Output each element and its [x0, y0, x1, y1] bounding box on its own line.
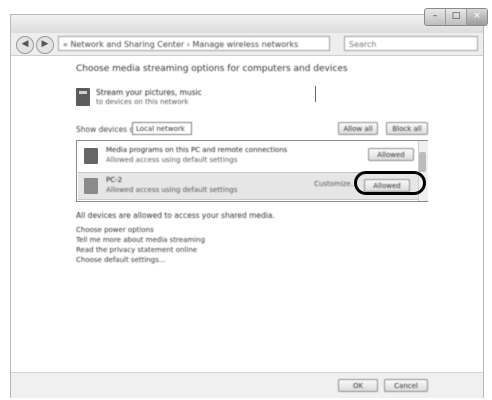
power-options-link[interactable]: Choose power options — [76, 226, 154, 234]
divider — [315, 86, 316, 102]
cancel-button[interactable]: Cancel — [384, 379, 428, 392]
library-title: Stream your pictures, music — [96, 88, 202, 97]
back-button[interactable]: ◀ — [16, 36, 34, 54]
device-detail: Allowed access using default settings — [106, 156, 238, 164]
computer-icon — [84, 178, 98, 194]
window-controls: – □ × — [424, 8, 488, 26]
device-status[interactable]: Customize... — [314, 180, 354, 188]
search-input[interactable]: Search — [344, 36, 478, 51]
maximize-button[interactable]: □ — [446, 9, 467, 25]
default-settings-link[interactable]: Choose default settings... — [76, 256, 166, 264]
privacy-statement-link[interactable]: Read the privacy statement online — [76, 246, 197, 254]
scrollbar-thumb[interactable] — [419, 152, 426, 172]
forward-button[interactable]: ▶ — [36, 36, 54, 54]
device-detail: Allowed access using default settings — [106, 186, 238, 194]
library-subtitle: to devices on this network — [96, 98, 189, 106]
access-dropdown[interactable]: Allowed — [368, 148, 414, 161]
tell-me-more-link[interactable]: Tell me more about media streaming — [76, 236, 205, 244]
list-item[interactable]: Media programs on this PC and remote con… — [78, 143, 418, 171]
highlight-circle — [354, 171, 426, 195]
forward-arrow-icon: ▶ — [41, 39, 49, 49]
title-bar — [11, 15, 483, 33]
media-library-icon — [76, 88, 90, 106]
page-title: Choose media streaming options for compu… — [76, 64, 348, 74]
computer-icon — [84, 148, 98, 164]
allow-all-button[interactable]: Allow all — [338, 122, 378, 135]
close-button[interactable]: × — [467, 9, 487, 25]
back-arrow-icon: ◀ — [21, 39, 29, 49]
device-name: PC-2 — [106, 176, 123, 184]
address-path[interactable]: « Network and Sharing Center › Manage wi… — [58, 36, 330, 51]
show-devices-dropdown[interactable]: Local network — [132, 122, 192, 135]
all-devices-note: All devices are allowed to access your s… — [76, 211, 275, 220]
block-all-button[interactable]: Block all — [386, 122, 428, 135]
device-name: Media programs on this PC and remote con… — [106, 146, 288, 154]
minimize-button[interactable]: – — [425, 9, 446, 25]
ok-button[interactable]: OK — [338, 379, 378, 392]
